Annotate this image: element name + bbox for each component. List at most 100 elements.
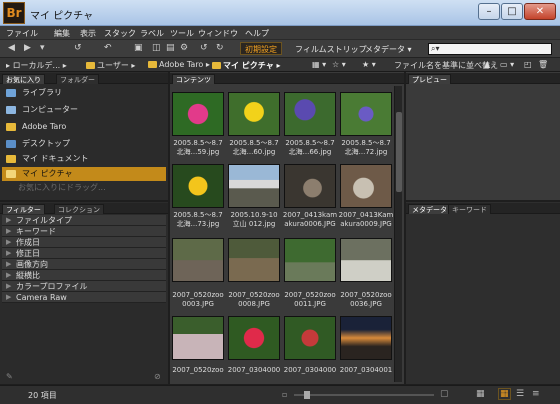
scrollbar-thumb[interactable] [396,112,402,192]
thumbnail[interactable] [228,164,280,208]
output-icon[interactable]: ⚙ [180,43,188,53]
window-title: マイ ピクチャ [30,11,94,22]
thumbnail[interactable] [340,164,392,208]
filter-date-modified[interactable]: ▶ 修正日 [2,248,166,259]
tab-metadata[interactable]: メタデータ [408,204,451,214]
filter-camera-raw[interactable]: ▶ Camera Raw [2,292,166,303]
details-view-icon[interactable]: ☰ [516,389,524,399]
workspace-default[interactable]: 初期設定 [240,42,282,55]
rotate-right-icon[interactable]: ↻ [216,43,224,53]
favorite-computer[interactable]: コンピューター [2,103,166,117]
item-count: 20 項目 [28,391,57,400]
clear-filter-icon[interactable]: ⊘ [154,372,161,381]
menu-tools[interactable]: ツール [170,28,194,39]
caption-line: 2005.8.5～8.7 [173,211,223,219]
search-input[interactable]: ⌕▾ [428,43,552,55]
thumbnail[interactable] [228,92,280,136]
menu-view[interactable]: 表示 [80,28,96,39]
new-folder-icon[interactable]: ▭ ▾ [500,60,514,69]
caption-line: 2005.8.5～8.7 [173,139,223,147]
history-icon[interactable]: ↺ [74,43,82,53]
tab-filter[interactable]: フィルター [2,204,45,214]
filter-file-type[interactable]: ▶ ファイルタイプ [2,215,166,226]
menu-label[interactable]: ラベル [140,28,164,39]
rotate-left-icon[interactable]: ↺ [200,43,208,53]
close-button[interactable]: ✕ [524,3,556,20]
menu-window[interactable]: ウィンドウ [198,28,238,39]
minimize-button[interactable]: – [478,3,500,20]
lock-grid-icon[interactable]: ▦ [476,389,485,399]
breadcrumb-users[interactable]: ユーザー ▸ [86,60,135,71]
star-filter-icon[interactable]: ★ ▾ [362,60,376,69]
filter-aspect-ratio[interactable]: ▶ 縦横比 [2,270,166,281]
workspace-metadata[interactable]: メタデータ ▾ [360,42,417,55]
thumbnail[interactable] [284,316,336,360]
favorite-my-documents[interactable]: マイ ドキュメント [2,152,166,166]
favorite-desktop[interactable]: デスクトップ [2,137,166,151]
menu-help[interactable]: ヘルプ [245,28,269,39]
sort-dropdown[interactable]: ファイル名を基準に並べ替え [394,60,498,71]
rating-filter-icon[interactable]: ☆ ▾ [332,60,346,69]
thumbnail[interactable] [172,92,224,136]
forward-icon[interactable]: ▶ [24,43,31,53]
caption-line: 2005.8.5～8.7 [285,139,335,147]
filter-tabrow: フィルター コレクション [0,203,168,214]
filter-date-created[interactable]: ▶ 作成日 [2,237,166,248]
content-scrollbar[interactable] [394,86,402,382]
slider-handle[interactable] [304,391,310,399]
thumbnail[interactable] [172,238,224,282]
favorites-panel: お気に入り フォルダー ライブラリ コンピューター Adobe Taro デスク… [0,72,168,200]
favorite-adobe-taro[interactable]: Adobe Taro [2,120,166,134]
caption-line: 2005.8.5～8.7 [229,139,279,147]
expand-icon: ▶ [6,271,12,279]
thumbnail[interactable] [228,316,280,360]
folder-icon [148,61,157,68]
caption-line: 2007_0520zoo [284,291,336,299]
delete-icon[interactable]: 🗑 [538,60,548,69]
thumbnail-size-slider[interactable] [294,394,434,396]
menu-stack[interactable]: スタック [104,28,136,39]
filter-color-profile[interactable]: ▶ カラープロファイル [2,281,166,292]
tab-favorites[interactable]: お気に入り [2,74,45,84]
menu-file[interactable]: ファイル [6,28,38,39]
breadcrumb-my-pictures[interactable]: マイ ピクチャ ▸ [212,60,281,71]
thumbnail[interactable] [340,238,392,282]
dropdown-icon[interactable]: ▾ [40,43,45,53]
favorite-library[interactable]: ライブラリ [2,86,166,100]
menu-edit[interactable]: 編集 [54,28,70,39]
maximize-button[interactable]: □ [501,3,523,20]
list-view-icon[interactable]: ≡ [532,389,540,399]
filter-keywords[interactable]: ▶ キーワード [2,226,166,237]
breadcrumb-adobe-taro[interactable]: Adobe Taro ▸ [148,60,210,69]
pin-icon[interactable]: ✎ [6,372,13,381]
zoom-in-icon[interactable]: ▢ [440,389,449,399]
breadcrumb-local-disk[interactable]: ▸ ローカルデ... ▸ [6,60,67,71]
thumbnail[interactable] [228,238,280,282]
open-folder-icon[interactable]: ◰ [524,60,532,69]
sort-order-icon[interactable]: ▲ [484,60,490,69]
zoom-out-icon[interactable]: ▫ [282,390,287,399]
computer-icon [6,106,16,114]
favorite-my-pictures[interactable]: マイ ピクチャ [2,167,166,181]
thumbnail-view-icon[interactable]: ▦ [498,388,511,400]
view-mode-icon[interactable]: ▦ ▾ [312,60,326,69]
thumbnail[interactable] [284,164,336,208]
open-recent-icon[interactable]: ▤ [166,43,175,53]
tab-content[interactable]: コンテンツ [172,74,215,84]
thumbnail[interactable] [284,238,336,282]
tab-keywords[interactable]: キーワード [448,204,491,214]
tab-collections[interactable]: コレクション [54,204,104,214]
camera-icon[interactable]: ▣ [134,43,143,53]
boomerang-icon[interactable]: ↶ [104,43,112,53]
back-icon[interactable]: ◀ [8,43,15,53]
caption-filename: 北海...72.jpg [344,148,388,156]
thumbnail[interactable] [284,92,336,136]
thumbnail[interactable] [172,164,224,208]
tab-folders[interactable]: フォルダー [56,74,99,84]
thumbnail[interactable] [340,316,392,360]
filter-orientation[interactable]: ▶ 画像方向 [2,259,166,270]
thumbnail[interactable] [340,92,392,136]
thumbnail[interactable] [172,316,224,360]
tab-preview[interactable]: プレビュー [408,74,451,84]
refine-icon[interactable]: ◫ [152,43,161,53]
